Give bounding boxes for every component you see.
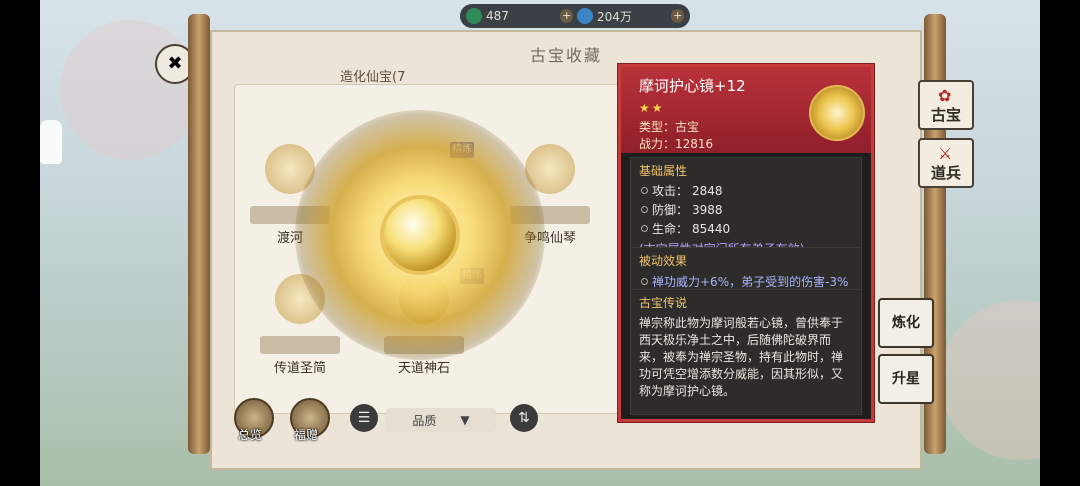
water-drop-icon [577, 8, 593, 24]
item-tooltip: 摩诃护心镜+12 ★★ 类型：古宝 战力：12816 基础属性 攻击： 2848 … [618, 64, 874, 422]
weapon-tab-icon: ⚔ [938, 144, 953, 163]
background-decoration [60, 20, 200, 160]
mirror-item-icon [809, 85, 865, 141]
list-filter-icon[interactable]: ☰ [350, 404, 378, 432]
stat-row: 防御： 3988 [631, 200, 861, 219]
water-count: 204万 [597, 9, 632, 24]
star-rating: ★★ [639, 101, 665, 115]
treasure-tab-icon: ✿ [938, 86, 952, 105]
quality-select[interactable]: 品质 ▼ [386, 408, 496, 432]
tab-weapon-label: 道兵 [930, 164, 961, 182]
resource-jade: 487 [466, 8, 556, 24]
resource-bar: 487 + 204万 + [460, 4, 690, 28]
bullet-icon [641, 225, 648, 232]
lore-section: 古宝传说 禅宗称此物为摩诃般若心镜，曾供奉于西天极乐净土之中，后随佛陀破界而来，… [630, 289, 862, 415]
passive-section: 被动效果 禅功威力+6%，弟子受到的伤害-3% [630, 247, 862, 295]
stat-row: 生命： 85440 [631, 219, 861, 238]
bullet-icon [641, 278, 648, 285]
quality-select-label: 品质 [412, 413, 437, 428]
background-decoration [940, 300, 1040, 460]
tab-treasure-label: 古宝 [930, 106, 961, 124]
lore-text: 禅宗称此物为摩诃般若心镜，曾供奉于西天极乐净土之中，后随佛陀破界而来，被奉为禅宗… [639, 316, 844, 398]
section-title: 古宝传说 [639, 296, 688, 310]
chevron-down-icon: ▼ [460, 413, 470, 427]
gift-label: 福赠 [294, 428, 319, 442]
bullet-icon [641, 206, 648, 213]
add-jade-button[interactable]: + [560, 9, 573, 23]
game-scene: ✖ 古宝收藏 造化仙宝(7 渡河 精炼 争鸣仙琴 精炼 传道圣简 精炼 天道神石… [40, 0, 1040, 486]
section-title: 基础属性 [639, 164, 688, 178]
item-title: 摩诃护心镜+12 [639, 77, 746, 95]
character-figure [40, 120, 62, 164]
tab-treasure[interactable]: ✿ 古宝 [918, 80, 974, 130]
item-type: 类型：古宝 [639, 120, 700, 134]
scroll-rod-left [188, 14, 210, 454]
bullet-icon [641, 187, 648, 194]
mirror-orb-icon [380, 195, 460, 275]
category-title: 造化仙宝(7 [340, 70, 406, 85]
panel-title: 古宝收藏 [529, 46, 602, 65]
resource-water: 204万 [577, 8, 667, 25]
overview-label: 总览 [238, 428, 263, 442]
tooltip-header: 摩诃护心镜+12 ★★ 类型：古宝 战力：12816 [621, 67, 871, 153]
add-water-button[interactable]: + [671, 9, 684, 23]
item-power: 战力：12816 [639, 137, 714, 151]
jade-count: 487 [486, 9, 509, 23]
section-title: 被动效果 [639, 254, 688, 268]
mirror-artifact [295, 110, 545, 360]
refine-button[interactable]: 炼化 [878, 298, 934, 348]
jade-coin-icon [466, 8, 482, 24]
tab-weapon[interactable]: ⚔ 道兵 [918, 138, 974, 188]
upgrade-button[interactable]: 升星 [878, 354, 934, 404]
stat-row: 攻击： 2848 [631, 181, 861, 200]
sort-icon[interactable]: ⇅ [510, 404, 538, 432]
